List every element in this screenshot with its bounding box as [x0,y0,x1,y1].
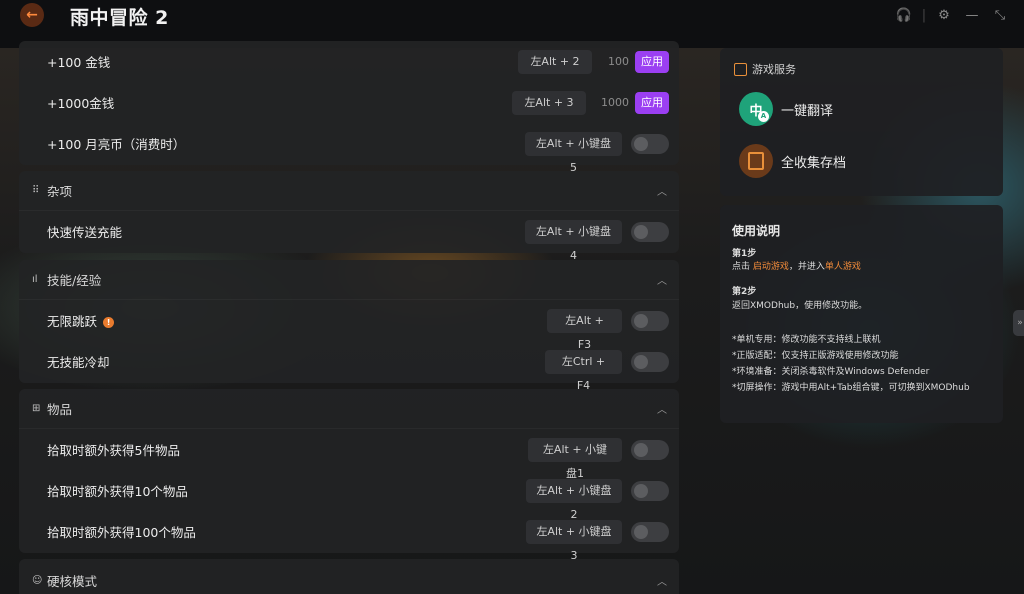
note-item: *正版适配：仅支持正版游戏使用修改功能 [732,351,899,361]
cheat-label: +100 月亮币（消费时） [47,137,186,152]
toggle-switch[interactable] [631,133,669,154]
section-title: 物品 [47,402,73,417]
back-button[interactable]: ← [20,3,44,27]
fullscreen-icon[interactable]: ⤡ [986,6,1014,24]
step2-text: 返回XMODhub，使用修改功能。 [732,301,868,311]
step2-title: 第2步 [732,287,757,297]
services-title: 游戏服务 [734,61,796,77]
hotkey-badge[interactable]: 左Alt + 小键盘3 [526,519,622,562]
translate-label: 一键翻译 [781,103,834,119]
full-save-service[interactable]: 全收集存档 [739,144,846,178]
cheat-row: 拾取时额外获得5件物品 左Alt + 小键盘1 [19,429,679,480]
grid-icon: ⠿ [32,185,40,196]
translate-icon: 中 A [739,92,773,126]
hotkey-badge[interactable]: 左Ctrl + F4 [545,349,622,392]
headset-icon[interactable]: 🎧 [890,6,918,24]
cheat-label: 拾取时额外获得10个物品 [47,484,188,499]
step1-title: 第1步 [732,249,757,259]
section-title: 杂项 [47,184,73,199]
toggle-switch[interactable] [631,480,669,501]
bar-chart-icon: ıl [32,274,38,285]
money-section: +100 金钱 左Alt + 2 100 应用 +1000金钱 左Alt + 3… [19,41,679,174]
section-header[interactable]: ıl 技能/经验 ︿ [19,260,679,300]
chevron-up-icon[interactable]: ︿ [657,272,667,287]
single-player-link[interactable]: 单人游戏 [825,262,861,272]
instructions-title: 使用说明 [732,224,781,238]
toggle-switch[interactable] [631,439,669,460]
cheat-row: +1000金钱 左Alt + 3 1000 应用 [19,82,679,123]
step1-text: 点击 启动游戏，并进入单人游戏 [732,262,861,272]
window-controls: 🎧 | ⚙ — ⤡ [890,6,1014,24]
toggle-switch[interactable] [631,310,669,331]
amount-value[interactable]: 100 [608,55,629,68]
skull-icon: ☺ [32,574,43,586]
box-plus-icon: ⊞ [32,403,41,414]
cheat-label: 拾取时额外获得5件物品 [47,443,180,458]
items-section: ⊞ 物品 ︿ 拾取时额外获得5件物品 左Alt + 小键盘1 拾取时额外获得10… [19,389,679,562]
chevron-up-icon[interactable]: ︿ [657,401,667,416]
hotkey-badge[interactable]: 左Alt + 2 [518,49,592,74]
translate-service[interactable]: 中 A 一键翻译 [739,92,833,126]
toggle-switch[interactable] [631,521,669,542]
cheat-label: +1000金钱 [47,96,115,111]
package-icon [734,62,747,76]
hotkey-badge[interactable]: 左Alt + 小键盘5 [525,131,622,174]
apply-button[interactable]: 应用 [635,91,669,114]
note-item: *切屏操作：游戏中用Alt+Tab组合键，可切换到XMODhub [732,383,970,393]
hardcore-section: ☺ 硬核模式 ︿ [19,559,679,594]
cheat-row: +100 金钱 左Alt + 2 100 应用 [19,41,679,82]
hotkey-badge[interactable]: 左Alt + 3 [512,90,586,115]
hotkey-badge[interactable]: 左Alt + F3 [547,308,622,351]
services-title-text: 游戏服务 [752,63,796,76]
cheat-row: 拾取时额外获得100个物品 左Alt + 小键盘3 [19,511,679,562]
cheat-row: 快速传送充能 左Alt + 小键盘4 [19,211,679,262]
note-item: *环境准备：关闭杀毒软件及Windows Defender [732,367,930,377]
info-icon[interactable]: ! [103,317,115,328]
chevron-up-icon[interactable]: ︿ [657,573,667,588]
note-item: *单机专用：修改功能不支持线上联机 [732,335,881,345]
chevron-up-icon[interactable]: ︿ [657,183,667,198]
section-header[interactable]: ⊞ 物品 ︿ [19,389,679,429]
arrow-left-icon: ← [26,7,38,23]
cheat-row: +100 月亮币（消费时） 左Alt + 小键盘5 [19,123,679,174]
misc-section: ⠿ 杂项 ︿ 快速传送充能 左Alt + 小键盘4 [19,171,679,262]
apply-button[interactable]: 应用 [635,50,669,73]
section-header[interactable]: ☺ 硬核模式 ︿ [19,559,679,594]
cheat-label: 拾取时额外获得100个物品 [47,525,196,540]
section-title: 技能/经验 [47,273,102,288]
toggle-switch[interactable] [631,351,669,372]
section-title: 硬核模式 [47,573,98,589]
amount-value[interactable]: 1000 [601,96,629,109]
launch-game-link[interactable]: 启动游戏 [753,262,789,272]
cheat-label: 快速传送充能 [47,225,123,240]
hotkey-badge[interactable]: 左Alt + 小键盘4 [525,219,622,262]
toggle-switch[interactable] [631,221,669,242]
cheat-label: +100 金钱 [47,55,111,70]
hotkey-badge[interactable]: 左Alt + 小键盘1 [528,437,622,480]
cheat-row: 拾取时额外获得10个物品 左Alt + 小键盘2 [19,470,679,521]
hotkey-badge[interactable]: 左Alt + 小键盘2 [526,478,622,521]
settings-icon[interactable]: ⚙ [930,6,958,24]
full-save-label: 全收集存档 [781,155,847,171]
app-title: 雨中冒险 2 [70,7,169,29]
minimize-icon[interactable]: — [958,6,986,24]
cheat-label: 无技能冷却 [47,355,110,370]
skills-section: ıl 技能/经验 ︿ 无限跳跃! 左Alt + F3 无技能冷却 左Ctrl +… [19,260,679,392]
instructions-panel: 使用说明 第1步 点击 启动游戏，并进入单人游戏 第2步 返回XMODhub，使… [720,205,1003,423]
divider: | [921,7,927,23]
game-services-panel: 游戏服务 中 A 一键翻译 全收集存档 [720,48,1003,196]
expand-side-button[interactable]: » [1013,310,1024,336]
save-file-icon [739,144,773,178]
cheat-row: 无技能冷却 左Ctrl + F4 [19,341,679,392]
cheat-label: 无限跳跃! [47,311,115,330]
translate-icon-badge: A [758,111,769,122]
cheat-row: 无限跳跃! 左Alt + F3 [19,300,679,351]
section-header[interactable]: ⠿ 杂项 ︿ [19,171,679,211]
